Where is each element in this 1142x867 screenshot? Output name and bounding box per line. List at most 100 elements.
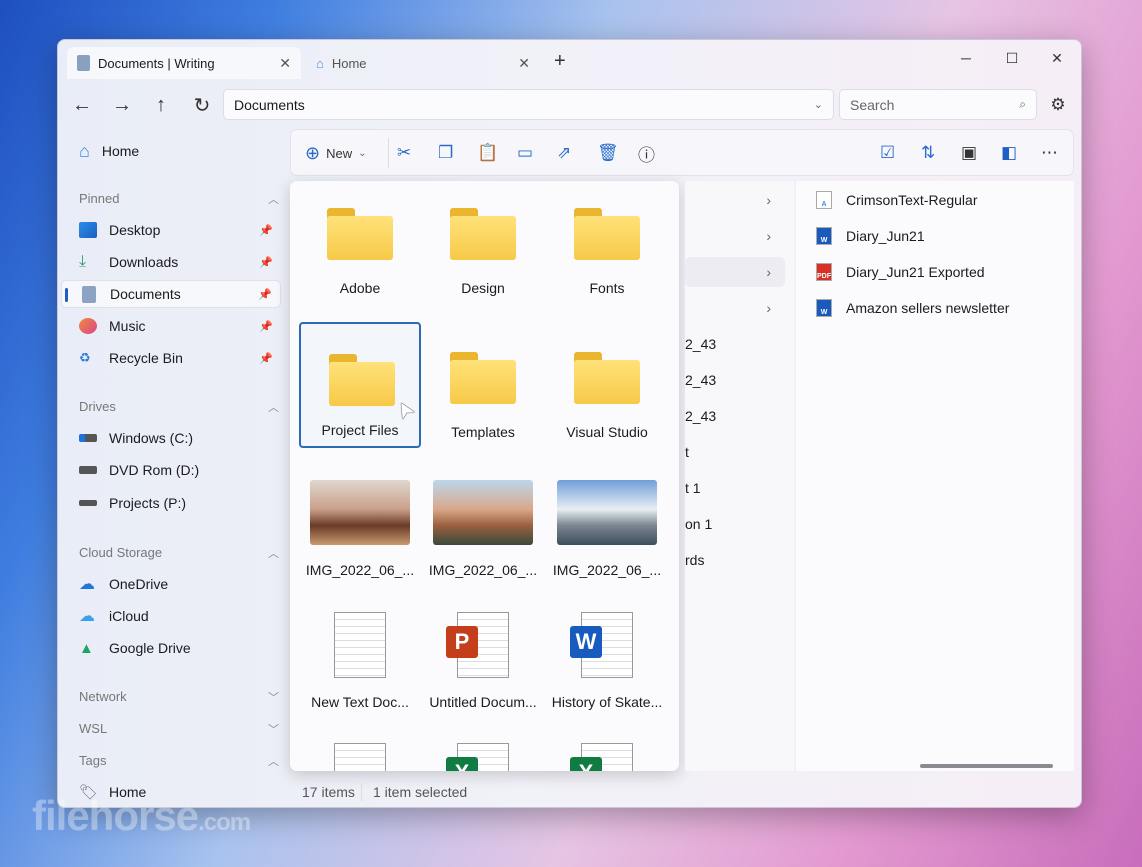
column-row[interactable]: t — [685, 437, 785, 467]
column-row[interactable]: › — [685, 257, 785, 287]
section-header-pinned[interactable]: Pinned ︿ — [79, 191, 279, 207]
settings-gear-icon[interactable]: ⚙ — [1043, 90, 1073, 120]
tab-home[interactable]: ⌂ Home ✕ — [306, 47, 540, 79]
pin-icon[interactable]: 📌 — [259, 224, 273, 237]
grid-item-powerpoint[interactable]: P Untitled Docum... — [422, 592, 544, 718]
grid-item-excel[interactable]: X — [422, 723, 544, 771]
sidebar-item-label: Documents — [110, 286, 181, 302]
search-icon: ⌕ — [1019, 97, 1026, 111]
section-header-network[interactable]: Network ﹀ — [79, 689, 279, 705]
file-row[interactable]: W Amazon sellers newsletter — [816, 299, 1009, 317]
pin-icon[interactable]: 📌 — [258, 288, 272, 301]
column-row[interactable]: rds — [685, 545, 785, 575]
cut-button[interactable]: ✂ — [397, 140, 411, 166]
file-row[interactable]: PDF Diary_Jun21 Exported — [816, 263, 985, 281]
paste-button[interactable]: 📋 — [477, 140, 498, 166]
sidebar-item-label: OneDrive — [109, 576, 169, 592]
up-button[interactable]: ↑ — [146, 90, 176, 120]
column-row[interactable]: › — [685, 221, 785, 251]
pin-icon[interactable]: 📌 — [259, 320, 273, 333]
grid-item-folder[interactable]: Project Files — [299, 322, 421, 448]
preview-pane-button[interactable]: ◧ — [1001, 140, 1017, 166]
sidebar-item-home[interactable]: ⌂ Home — [61, 137, 281, 165]
layout-button[interactable]: ▣ — [961, 140, 977, 166]
column-row[interactable]: › — [685, 185, 785, 215]
file-row[interactable]: W Diary_Jun21 — [816, 227, 925, 245]
back-button[interactable]: ← — [67, 90, 97, 120]
chevron-down-icon[interactable]: ﹀ — [268, 721, 279, 737]
new-tab-button[interactable]: + — [554, 50, 566, 73]
grid-item-excel[interactable]: X — [546, 723, 668, 771]
chevron-up-icon[interactable]: ︿ — [268, 399, 279, 415]
tab-label: Home — [331, 55, 367, 71]
grid-item-word[interactable]: W History of Skate... — [546, 592, 668, 718]
sidebar-item-recycle-bin[interactable]: ♻ Recycle Bin 📌 — [61, 344, 281, 372]
share-button[interactable]: ⇗ — [557, 140, 571, 166]
icloud-icon: ☁ — [79, 608, 95, 625]
close-tab-icon[interactable]: ✕ — [279, 55, 291, 72]
new-button[interactable]: ⊕ New ⌄ — [305, 140, 367, 166]
pin-icon[interactable]: 📌 — [259, 352, 273, 365]
horizontal-scrollbar[interactable] — [744, 764, 1081, 768]
grid-item-text[interactable] — [299, 723, 421, 771]
column-row[interactable]: › — [685, 293, 785, 323]
close-tab-icon[interactable]: ✕ — [518, 55, 530, 72]
address-bar[interactable]: Documents ⌄ — [223, 89, 834, 120]
more-options-button[interactable]: ⋯ — [1041, 140, 1058, 166]
documents-icon — [82, 285, 96, 303]
grid-item-folder[interactable]: Visual Studio — [546, 322, 668, 448]
grid-item-folder[interactable]: Adobe — [299, 181, 421, 304]
column-row[interactable]: 2_43 — [685, 329, 785, 359]
column-row[interactable]: 2_43 — [685, 365, 785, 395]
tab-documents-writing[interactable]: Documents | Writing ✕ — [67, 47, 301, 79]
sidebar-item-drive-d[interactable]: DVD Rom (D:) — [61, 456, 281, 484]
chevron-down-icon[interactable]: ⌄ — [814, 98, 823, 111]
search-input[interactable]: Search ⌕ — [839, 89, 1037, 120]
grid-item-folder[interactable]: Fonts — [546, 181, 668, 304]
chevron-right-icon: › — [766, 264, 771, 280]
column-row[interactable]: 2_43 — [685, 401, 785, 431]
sidebar-item-downloads[interactable]: ⤓ Downloads 📌 — [61, 248, 281, 276]
sidebar-item-icloud[interactable]: ☁ iCloud — [61, 602, 281, 630]
grid-item-folder[interactable]: Templates — [422, 322, 544, 448]
chevron-up-icon[interactable]: ︿ — [268, 191, 279, 207]
minimize-button[interactable]: ─ — [944, 44, 988, 72]
sidebar-item-drive-c[interactable]: Windows (C:) — [61, 424, 281, 452]
delete-button[interactable]: 🗑 — [597, 140, 619, 166]
column-row-label: 2_43 — [685, 372, 717, 388]
column-row-label: 2_43 — [685, 336, 717, 352]
refresh-button[interactable]: ↻ — [187, 90, 217, 120]
sidebar-item-desktop[interactable]: Desktop 📌 — [61, 216, 281, 244]
sidebar-item-google-drive[interactable]: ▲ Google Drive — [61, 634, 281, 662]
column-row[interactable]: on 1 — [685, 509, 785, 539]
grid-item-text[interactable]: New Text Doc... — [299, 592, 421, 718]
sidebar-item-music[interactable]: Music 📌 — [61, 312, 281, 340]
chevron-up-icon[interactable]: ︿ — [268, 753, 279, 769]
pin-icon[interactable]: 📌 — [259, 256, 273, 269]
selection-toggle-button[interactable]: ☑ — [880, 140, 895, 166]
forward-button[interactable]: → — [107, 90, 137, 120]
grid-item-image[interactable]: IMG_2022_06_... — [422, 460, 544, 586]
column-row[interactable]: t 1 — [685, 473, 785, 503]
command-bar: ⊕ New ⌄ ✂ ❐ 📋 ▭ ⇗ 🗑 ⓘ ☑ ⇅ ▣ ◧ ⋯ — [290, 129, 1074, 176]
chevron-down-icon[interactable]: ﹀ — [268, 689, 279, 705]
copy-button[interactable]: ❐ — [438, 140, 453, 166]
chevron-up-icon[interactable]: ︿ — [268, 545, 279, 561]
maximize-button[interactable]: ☐ — [990, 44, 1034, 72]
scrollbar-thumb[interactable] — [920, 764, 1053, 768]
rename-button[interactable]: ▭ — [517, 140, 533, 166]
sidebar-item-documents[interactable]: Documents 📌 — [61, 280, 281, 308]
close-window-button[interactable]: ✕ — [1035, 44, 1079, 72]
sidebar-item-drive-p[interactable]: Projects (P:) — [61, 489, 281, 517]
grid-item-image[interactable]: IMG_2022_06_... — [546, 460, 668, 586]
sort-button[interactable]: ⇅ — [921, 140, 935, 166]
section-header-tags[interactable]: Tags ︿ — [79, 753, 279, 769]
section-header-cloud-storage[interactable]: Cloud Storage ︿ — [79, 545, 279, 561]
properties-info-button[interactable]: ⓘ — [638, 140, 655, 166]
grid-item-image[interactable]: IMG_2022_06_... — [299, 460, 421, 586]
sidebar-item-onedrive[interactable]: ☁ OneDrive — [61, 570, 281, 598]
file-row[interactable]: A CrimsonText-Regular — [816, 191, 977, 209]
grid-item-folder[interactable]: Design — [422, 181, 544, 304]
section-header-drives[interactable]: Drives ︿ — [79, 399, 279, 415]
section-header-wsl[interactable]: WSL ﹀ — [79, 721, 279, 737]
